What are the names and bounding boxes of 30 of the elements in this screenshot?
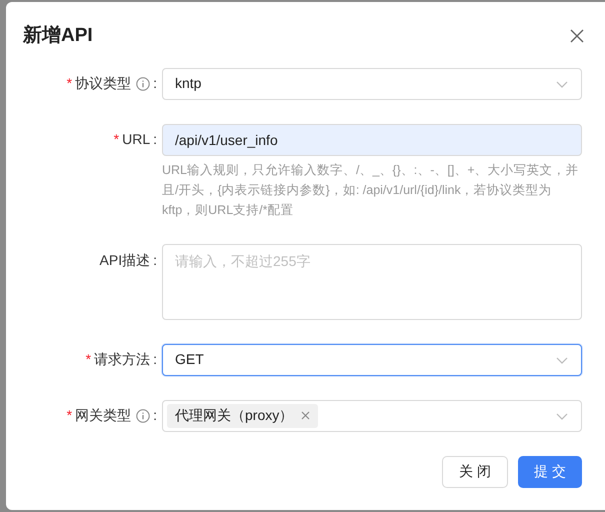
field-label: 协议类型: [75, 74, 132, 93]
label-colon: :: [153, 250, 157, 270]
remove-icon[interactable]: [301, 411, 310, 420]
field-label: 网关类型: [75, 406, 132, 425]
label-colon: :: [153, 74, 157, 93]
info-icon[interactable]: [136, 408, 150, 422]
label-colon: :: [153, 406, 157, 425]
select-field[interactable]: kntp: [162, 68, 582, 100]
close-icon[interactable]: [570, 29, 584, 44]
required-mark: *: [114, 130, 120, 149]
field-label: 请求方法: [94, 350, 150, 369]
select-value: kntp: [175, 74, 202, 93]
submit-button[interactable]: 提 交: [518, 456, 582, 488]
field-label: API描述: [100, 250, 150, 270]
tag-label: 代理网关（proxy）: [175, 406, 294, 425]
required-mark: *: [86, 350, 92, 369]
required-mark: *: [66, 406, 72, 425]
required-mark: *: [66, 74, 72, 93]
input-field[interactable]: /api/v1/user_info: [162, 124, 582, 156]
textarea-field[interactable]: 请输入，不超过255字: [162, 244, 582, 320]
field-label: URL: [122, 130, 150, 149]
multi-select-field[interactable]: 代理网关（proxy）: [162, 400, 582, 432]
info-icon[interactable]: [136, 76, 150, 90]
label-colon: :: [153, 350, 157, 369]
close-button[interactable]: 关 闭: [442, 456, 508, 488]
label-colon: :: [153, 130, 157, 149]
select-value: GET: [175, 350, 204, 369]
dialog-title: 新增API: [23, 24, 93, 48]
select-field[interactable]: GET: [162, 344, 582, 376]
help-text: URL输入规则，只允许输入数字、/、_、{}、:、-、[]、+、大小写英文，并且/开头，{内表示链接内参数}，如: /api/v1/url/{id}/link，若协议类型为kftp，则URL支持/*配置: [162, 162, 580, 219]
